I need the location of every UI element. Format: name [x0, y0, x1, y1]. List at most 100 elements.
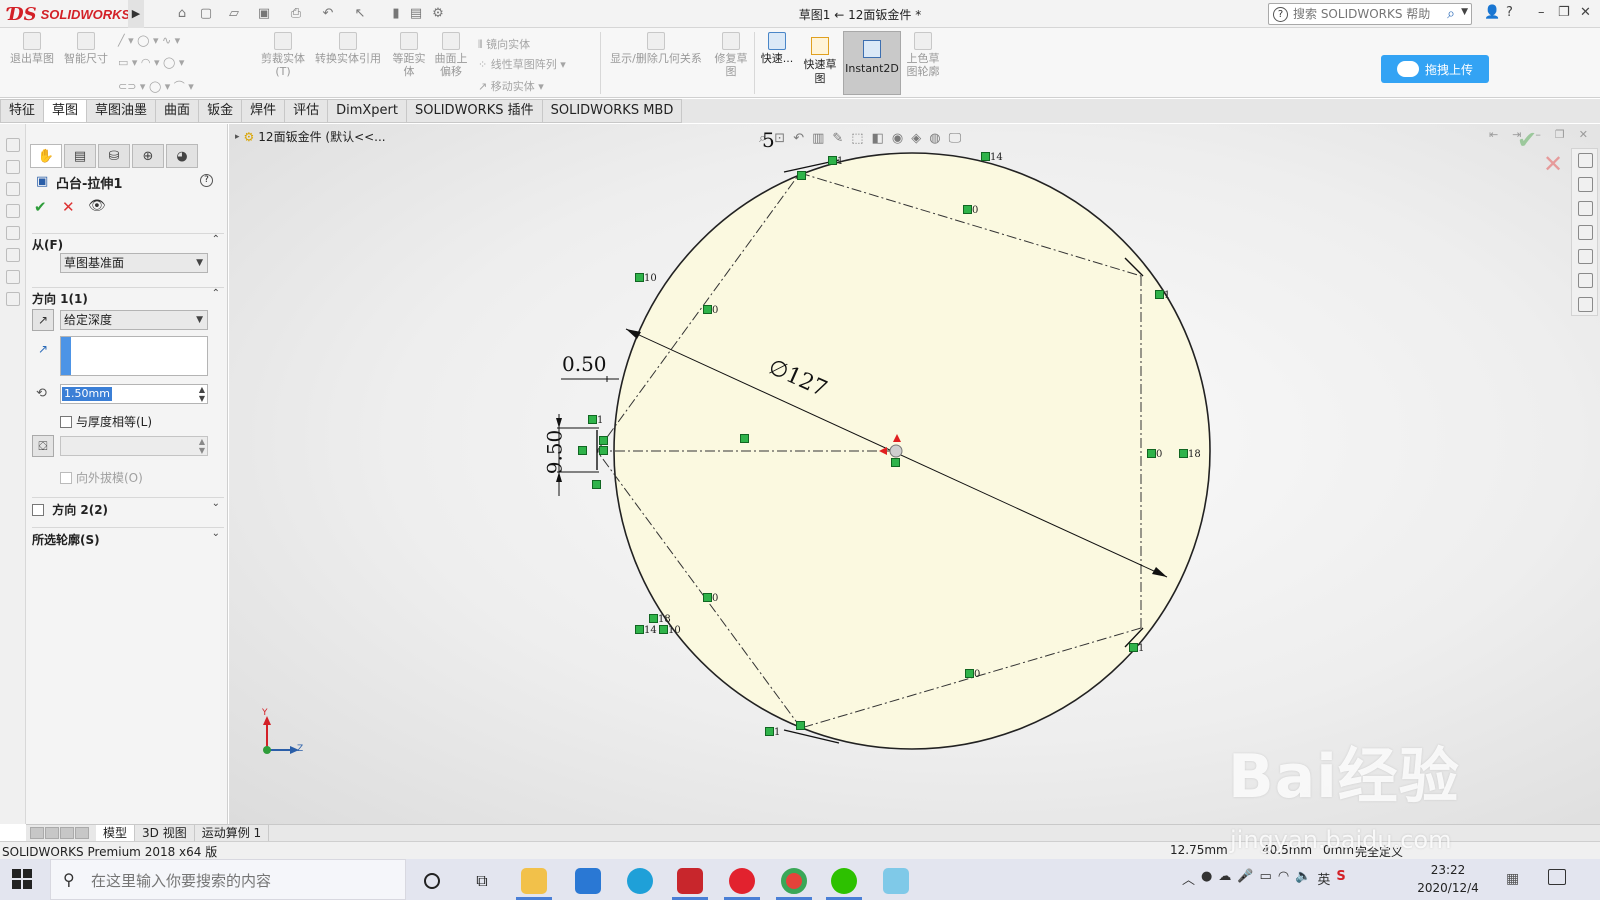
relation-marker[interactable]: 1	[1129, 640, 1144, 654]
taskbar-clock[interactable]: 23:22 2020/12/4	[1414, 861, 1482, 897]
draft-icon[interactable]: ⛋	[32, 435, 54, 457]
spin-arrows-icon[interactable]: ▲ ▼	[199, 385, 205, 403]
direction2-checkbox[interactable]	[32, 504, 44, 516]
relation-marker[interactable]	[740, 434, 749, 443]
rebuild-icon[interactable]: ▮	[388, 6, 404, 22]
home-icon[interactable]: ⌂	[174, 6, 190, 22]
relation-marker[interactable]: 1	[1155, 287, 1170, 301]
sketch-tool-icon[interactable]	[6, 204, 20, 218]
sketch-tool-icon[interactable]	[6, 292, 20, 306]
offset-surface-button[interactable]: 曲面上偏移	[432, 32, 470, 78]
relation-marker[interactable]	[797, 171, 806, 180]
smart-dimension-button[interactable]: 智能尺寸	[62, 32, 110, 65]
save-icon[interactable]: ▣	[256, 6, 272, 22]
file-explorer-icon[interactable]	[512, 864, 556, 900]
instant2d-button[interactable]: Instant2D	[843, 31, 901, 95]
menu-expand-icon[interactable]: ▶	[128, 0, 144, 28]
notification-center-icon[interactable]	[1548, 869, 1566, 885]
dimxpert-manager-tab-icon[interactable]: ⊕	[132, 144, 164, 168]
tab-sheet-metal[interactable]: 钣金	[199, 99, 243, 123]
sketch-canvas[interactable]	[229, 124, 1600, 824]
cortana-icon[interactable]	[410, 864, 454, 898]
move-entities-button[interactable]: ↗ 移动实体 ▾	[478, 78, 544, 94]
help-icon[interactable]: ?	[1506, 5, 1513, 20]
from-select[interactable]: 草图基准面 ▼	[60, 253, 208, 273]
sketch-tool-icon[interactable]	[6, 248, 20, 262]
height-dimension[interactable]: 9.50	[542, 430, 566, 475]
selected-contours-header[interactable]: 所选轮廓(S) ⌄	[32, 527, 224, 548]
relation-marker[interactable]: 0	[963, 202, 978, 216]
edge-browser-icon[interactable]	[618, 864, 662, 898]
ok-check-icon[interactable]: ✔	[34, 198, 47, 216]
tab-dimxpert[interactable]: DimXpert	[328, 99, 407, 123]
offset-entities-button[interactable]: 等距实体	[390, 32, 428, 78]
search-icon[interactable]: ⌕	[1447, 6, 1455, 22]
direction2-section-header[interactable]: 方向 2(2) ⌄	[32, 497, 224, 518]
relation-marker[interactable]	[592, 480, 601, 489]
relation-marker[interactable]: 10	[635, 270, 657, 284]
checkbox-box[interactable]	[60, 471, 72, 484]
end-condition-select[interactable]: 给定深度 ▼	[60, 310, 208, 330]
configuration-manager-tab-icon[interactable]: ⛁	[98, 144, 130, 168]
rapid-sketch-button[interactable]: 快速草图	[800, 31, 840, 95]
depth-input[interactable]: 1.50mm ▲ ▼	[60, 384, 208, 404]
tab-motion-study[interactable]: 运动算例 1	[194, 825, 270, 841]
reverse-direction-icon[interactable]: ↗	[32, 309, 54, 331]
repair-sketch-button[interactable]: 修复草图	[712, 32, 750, 78]
battery-icon[interactable]: ▭	[1260, 869, 1272, 888]
cancel-x-icon[interactable]: ✕	[62, 198, 75, 216]
news-icon[interactable]: ▦	[1506, 871, 1519, 887]
graphics-area[interactable]: ▸ ⚙ 12面钣金件 (默认<<... ⌕ ⊡ ↶ ▥ ✎ ⬚ ◧ ◉ ◈ ◍ …	[229, 124, 1600, 824]
dimension-count[interactable]: 5	[762, 128, 775, 152]
preview-eye-icon[interactable]: 👁	[88, 198, 106, 214]
display-relations-button[interactable]: 显示/删除几何关系	[606, 32, 706, 65]
convert-entities-button[interactable]: 转换实体引用	[312, 32, 384, 65]
help-search-input[interactable]	[1293, 6, 1433, 22]
select-icon[interactable]: ↖	[352, 6, 368, 22]
options-gear-icon[interactable]: ⚙	[430, 6, 446, 22]
file-properties-icon[interactable]: ▤	[408, 6, 424, 22]
undo-icon[interactable]: ↶	[320, 6, 336, 22]
wechat-icon[interactable]	[822, 864, 866, 900]
display-manager-tab-icon[interactable]: ◕	[166, 144, 198, 168]
chevron-down-icon[interactable]: ▼	[196, 254, 203, 272]
tab-evaluate[interactable]: 评估	[285, 99, 329, 123]
feature-manager-tab-icon[interactable]: ✋	[30, 144, 62, 168]
windows-start-icon[interactable]	[12, 869, 32, 889]
tray-app-icon[interactable]: ●	[1201, 869, 1212, 888]
relation-marker[interactable]: 1	[828, 153, 843, 167]
chevron-down-icon[interactable]: ⌄	[212, 528, 220, 539]
print-icon[interactable]: ⎙	[288, 6, 304, 22]
relation-marker[interactable]	[891, 458, 900, 467]
relation-marker[interactable]: 0	[703, 302, 718, 316]
close-icon[interactable]: ✕	[1580, 5, 1591, 20]
spin-arrows-icon[interactable]: ▲ ▼	[199, 437, 205, 455]
relation-marker[interactable]	[599, 446, 608, 455]
microphone-icon[interactable]: 🎤	[1237, 869, 1253, 888]
relation-marker[interactable]	[796, 721, 805, 730]
rectangle-tool-icon[interactable]: ▭ ▾ ◠ ▾ ◯ ▾	[118, 56, 184, 69]
chevron-up-icon[interactable]: ⌃	[212, 288, 220, 299]
relation-marker[interactable]: 1	[588, 412, 603, 426]
sketch-tool-icon[interactable]	[6, 270, 20, 284]
chevron-down-icon[interactable]: ⌄	[212, 498, 220, 509]
chevron-up-icon[interactable]: ⌃	[212, 234, 220, 245]
draft-outward-checkbox[interactable]: 向外拔模(O)	[60, 469, 143, 486]
solidworks-app-icon[interactable]	[668, 864, 712, 900]
tab-weldments[interactable]: 焊件	[242, 99, 286, 123]
relation-marker[interactable]: 14	[635, 622, 657, 636]
relation-marker[interactable]	[599, 436, 608, 445]
wifi-icon[interactable]: ◠	[1278, 869, 1289, 888]
tab-addins[interactable]: SOLIDWORKS 插件	[407, 99, 543, 123]
direction-selection-box[interactable]	[60, 336, 208, 376]
task-view-icon[interactable]: ⧉	[460, 864, 504, 898]
taskbar-search-box[interactable]: ⚲	[50, 859, 406, 900]
relation-marker[interactable]: 0	[1147, 446, 1162, 460]
relation-marker[interactable]: 0	[965, 666, 980, 680]
restore-icon[interactable]: ❐	[1558, 5, 1570, 20]
tab-features[interactable]: 特征	[0, 99, 45, 123]
taskbar-search-input[interactable]	[91, 871, 391, 891]
cloud-upload-button[interactable]: 拖拽上传	[1381, 55, 1489, 83]
user-account-icon[interactable]: 👤	[1484, 5, 1500, 20]
volume-icon[interactable]: 🔈	[1295, 869, 1311, 888]
